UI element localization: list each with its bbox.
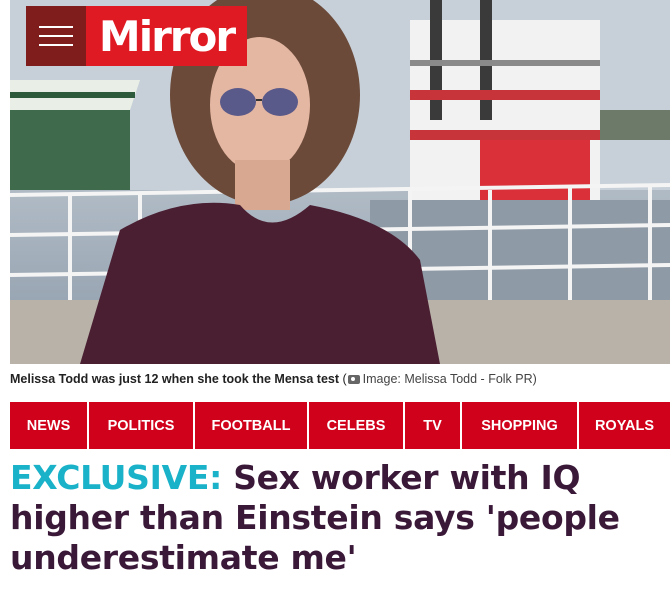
caption-text: Melissa Todd was just 12 when she took t… bbox=[10, 372, 340, 386]
image-caption: Melissa Todd was just 12 when she took t… bbox=[10, 372, 660, 386]
section-nav: NEWS POLITICS FOOTBALL CELEBS TV SHOPPIN… bbox=[10, 402, 670, 449]
nav-item-football[interactable]: FOOTBALL bbox=[195, 402, 309, 449]
nav-item-celebs[interactable]: CELEBS bbox=[309, 402, 405, 449]
nav-item-shopping[interactable]: SHOPPING bbox=[462, 402, 579, 449]
image-credit: Image: Melissa Todd - Folk PR) bbox=[362, 372, 537, 386]
nav-item-tv[interactable]: TV bbox=[405, 402, 462, 449]
caption-open-paren: ( bbox=[339, 372, 347, 386]
nav-item-royals[interactable]: ROYALS bbox=[579, 402, 670, 449]
article-headline: EXCLUSIVE: Sex worker with IQ higher tha… bbox=[10, 458, 665, 578]
exclusive-tag: EXCLUSIVE: bbox=[10, 458, 222, 497]
menu-bar bbox=[39, 44, 73, 46]
nav-item-politics[interactable]: POLITICS bbox=[89, 402, 195, 449]
menu-bar bbox=[39, 26, 73, 28]
nav-item-news[interactable]: NEWS bbox=[10, 402, 89, 449]
mirror-logo[interactable]: Mirror bbox=[86, 6, 247, 66]
hamburger-menu-icon[interactable] bbox=[26, 6, 86, 66]
menu-bar bbox=[39, 35, 73, 37]
masthead: Mirror bbox=[26, 6, 247, 66]
camera-icon bbox=[347, 375, 360, 384]
